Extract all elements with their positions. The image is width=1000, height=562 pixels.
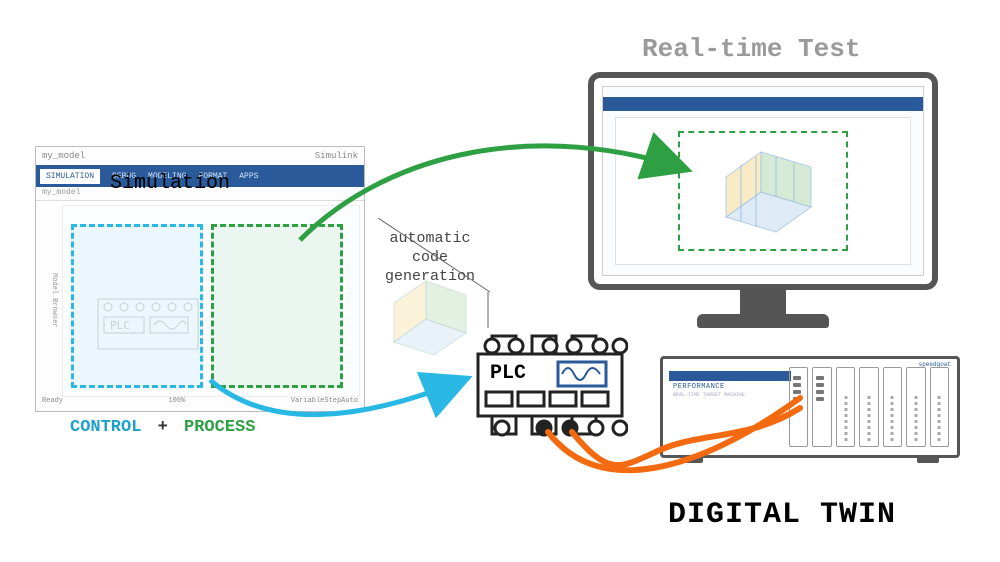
codegen-line3: generation [385, 268, 475, 287]
plus-sign: + [158, 418, 168, 437]
window-side-label: Model Browser [36, 203, 58, 397]
chassis-slot [906, 367, 925, 447]
status-zoom: 100% [168, 397, 185, 409]
chassis-slot [859, 367, 878, 447]
codegen-line2: code [385, 249, 475, 268]
svg-text:PLC: PLC [110, 319, 130, 332]
chassis-foot [681, 457, 703, 463]
monitor-process-box [678, 131, 848, 251]
monitor [588, 72, 938, 346]
window-titlebar: my_model Simulink [36, 147, 364, 165]
status-ready: Ready [42, 397, 63, 409]
status-solver: VariableStepAuto [291, 397, 358, 409]
chassis-slot [930, 367, 949, 447]
chassis-brand-label: PERFORMANCE [673, 383, 725, 391]
chassis-slot [789, 367, 808, 447]
realtime-test-title: Real-time Test [642, 34, 860, 64]
monitor-base [697, 314, 829, 328]
process-word: PROCESS [184, 418, 255, 437]
chassis-brand-bar [669, 371, 791, 381]
simulation-label: Simulation [110, 172, 230, 195]
codegen-label: automatic code generation [385, 230, 475, 286]
digital-twin-label: DIGITAL TWIN [668, 498, 896, 532]
plc-label: PLC [490, 362, 526, 385]
window-canvas: PLC [62, 205, 360, 397]
window-title-right: Simulink [315, 151, 358, 161]
monitor-screen [602, 86, 924, 276]
plc-mini-graphic: PLC [96, 297, 200, 351]
chassis-slot [812, 367, 831, 447]
plc-device [472, 330, 628, 440]
monitor-canvas [615, 117, 911, 265]
monitor-app-ribbon [603, 97, 923, 111]
monitor-cube-graphic [696, 137, 836, 247]
codegen-line1: automatic [385, 230, 475, 249]
window-statusbar: Ready 100% VariableStepAuto [36, 397, 364, 409]
chassis-slot [883, 367, 902, 447]
window-title-left: my_model [42, 151, 85, 161]
tab-simulation[interactable]: SIMULATION [40, 169, 100, 184]
control-subsystem-box: PLC [71, 224, 203, 388]
process-subsystem-box [211, 224, 343, 388]
realtime-target-chassis: PERFORMANCE REAL-TIME TARGET MACHINE spe… [660, 356, 960, 458]
tab-apps[interactable]: APPS [239, 172, 258, 181]
monitor-frame [588, 72, 938, 290]
chassis-subtitle: REAL-TIME TARGET MACHINE [673, 392, 745, 398]
chassis-slots [789, 367, 949, 447]
chassis-slot [836, 367, 855, 447]
chassis-foot [917, 457, 939, 463]
control-plus-process-label: CONTROL + PROCESS [70, 418, 255, 437]
monitor-neck [740, 290, 786, 316]
control-word: CONTROL [70, 418, 141, 437]
